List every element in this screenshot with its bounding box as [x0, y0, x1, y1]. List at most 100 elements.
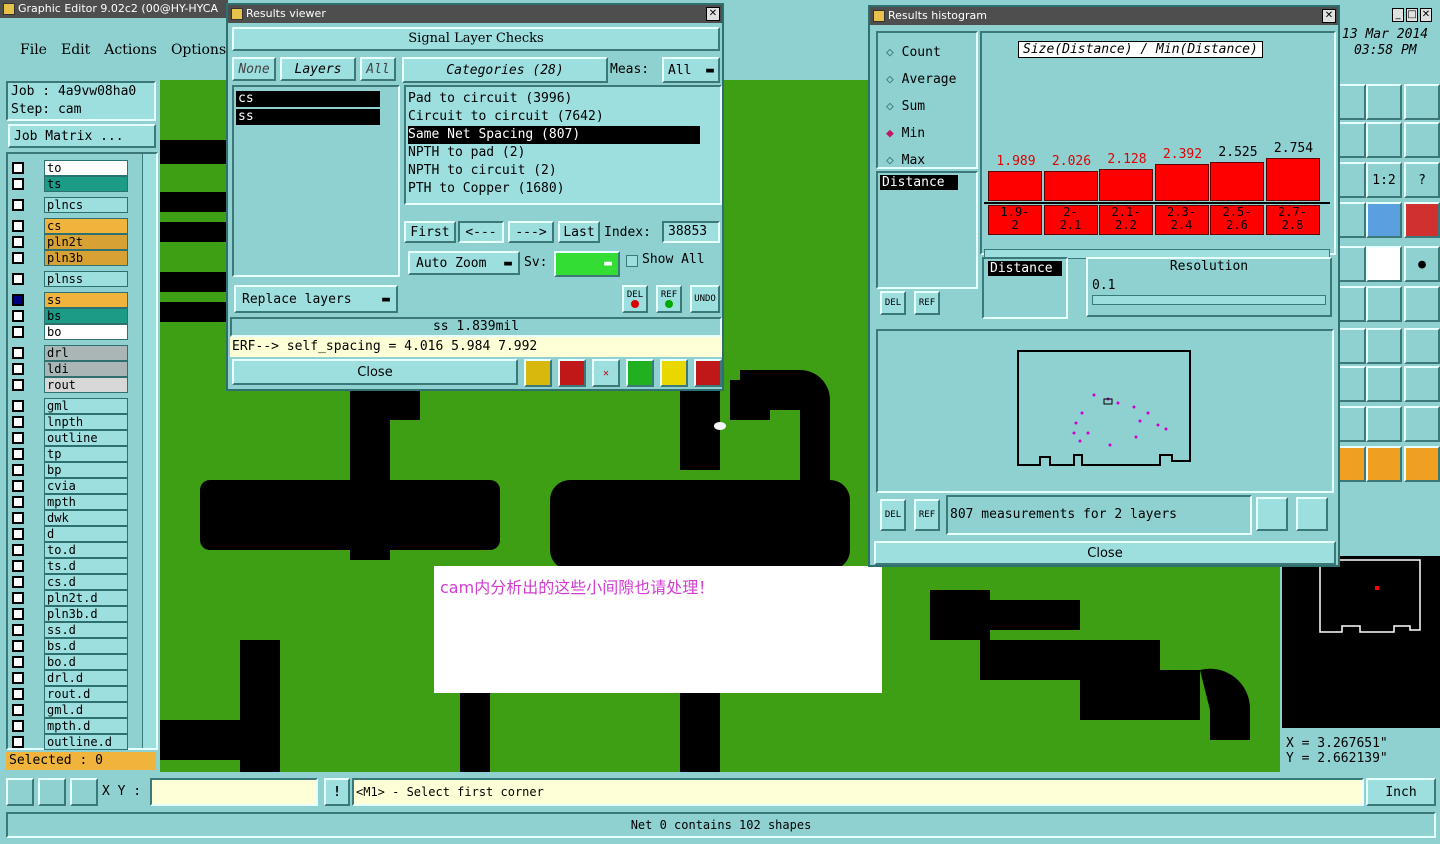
histogram-bar[interactable]: [1154, 164, 1209, 201]
zoom-to-icon[interactable]: [1296, 497, 1328, 531]
net-red-icon[interactable]: [1404, 202, 1440, 238]
layer-row[interactable]: gml.d: [10, 702, 128, 718]
next-button[interactable]: --->: [508, 221, 554, 243]
layer-checkbox[interactable]: [12, 544, 24, 556]
layer-checkbox[interactable]: [12, 560, 24, 572]
layer-row[interactable]: drl.d: [10, 670, 128, 686]
triangle-blue-icon[interactable]: [1404, 406, 1440, 442]
category-item[interactable]: Pad to circuit (3996): [408, 90, 720, 108]
undo-icon[interactable]: [1366, 122, 1402, 158]
resolution-slider[interactable]: [1092, 295, 1326, 305]
layer-name[interactable]: plncs: [44, 197, 128, 213]
layer-results-list[interactable]: cs ss: [232, 85, 400, 277]
layer-name[interactable]: ss.d: [44, 622, 128, 638]
layer-checkbox[interactable]: [12, 608, 24, 620]
layer-checkbox[interactable]: [12, 624, 24, 636]
layer-checkbox[interactable]: [12, 162, 24, 174]
layer-row[interactable]: d: [10, 526, 128, 542]
layer-checkbox[interactable]: [12, 480, 24, 492]
map-del-button[interactable]: DEL: [880, 499, 906, 531]
results-close-button[interactable]: Close: [232, 359, 518, 385]
layer-checkbox[interactable]: [12, 220, 24, 232]
layer-checkbox[interactable]: [12, 432, 24, 444]
histogram-close-button[interactable]: Close: [874, 541, 1336, 565]
layer-checkbox[interactable]: [12, 512, 24, 524]
menu-edit[interactable]: Edit: [61, 42, 90, 58]
layer-checkbox[interactable]: [12, 347, 24, 359]
overview-map[interactable]: [1282, 556, 1440, 728]
ruler-icon[interactable]: [1366, 246, 1402, 282]
layer-row[interactable]: tp: [10, 446, 128, 462]
erf-tool-icon[interactable]: [558, 359, 586, 387]
category-item[interactable]: NPTH to pad (2): [408, 144, 720, 162]
layer-row[interactable]: gml: [10, 398, 128, 414]
map-ref-button[interactable]: REF: [914, 499, 940, 531]
layer-checkbox[interactable]: [12, 656, 24, 668]
layer-checkbox[interactable]: [12, 273, 24, 285]
layers-button[interactable]: Layers: [280, 57, 356, 81]
alert-icon[interactable]: !: [324, 778, 350, 806]
layer-checkbox[interactable]: [12, 720, 24, 732]
layer-row[interactable]: to.d: [10, 542, 128, 558]
layer-checkbox[interactable]: [12, 528, 24, 540]
layer-row[interactable]: ts.d: [10, 558, 128, 574]
layer-row[interactable]: pln2t: [10, 234, 128, 250]
layer-name[interactable]: mpth.d: [44, 718, 128, 734]
unit-select[interactable]: Inch: [1366, 778, 1436, 806]
layer-scrollbar[interactable]: [142, 154, 156, 748]
layer-row[interactable]: ldi: [10, 361, 128, 377]
layer-checkbox[interactable]: [12, 592, 24, 604]
help-icon[interactable]: ?: [1404, 162, 1440, 198]
rotate-icon[interactable]: [1366, 328, 1402, 364]
layer-name[interactable]: pln3b.d: [44, 606, 128, 622]
minimize-icon[interactable]: _: [1392, 8, 1404, 22]
layer-name[interactable]: dwk: [44, 510, 128, 526]
category-item[interactable]: PTH to Copper (1680): [408, 180, 720, 198]
layer-row[interactable]: outline: [10, 430, 128, 446]
layer-row[interactable]: outline.d: [10, 734, 128, 750]
meas-select[interactable]: All ▬: [662, 57, 720, 83]
layer-name[interactable]: mpth: [44, 494, 128, 510]
split-icon[interactable]: [1404, 328, 1440, 364]
scale-icon[interactable]: 1:2: [1366, 162, 1402, 198]
histogram-bar[interactable]: [988, 171, 1042, 201]
layer-row[interactable]: cvia: [10, 478, 128, 494]
line-icon[interactable]: [1338, 366, 1366, 402]
layer-row[interactable]: pln2t.d: [10, 590, 128, 606]
layer-checkbox[interactable]: [12, 736, 24, 748]
layer-checkbox[interactable]: [12, 236, 24, 248]
layer-name[interactable]: cvia: [44, 478, 128, 494]
arc-icon[interactable]: [1338, 328, 1366, 364]
layer-checkbox[interactable]: [12, 496, 24, 508]
pointer-icon[interactable]: [1338, 446, 1366, 482]
cut-icon[interactable]: [1338, 286, 1366, 322]
layer-row[interactable]: plnss: [10, 271, 128, 287]
layer-checkbox[interactable]: [12, 326, 24, 338]
option-average[interactable]: ◇ Average: [886, 66, 976, 93]
layer-name[interactable]: cs: [44, 218, 128, 234]
layer-row[interactable]: rout: [10, 377, 128, 393]
layer-name[interactable]: ts.d: [44, 558, 128, 574]
layer-name[interactable]: gml.d: [44, 702, 128, 718]
pad-icon[interactable]: ●: [1404, 246, 1440, 282]
menu-options[interactable]: Options: [171, 42, 226, 58]
layer-row[interactable]: bp: [10, 462, 128, 478]
measure-icon[interactable]: [1338, 162, 1366, 198]
layer-name[interactable]: drl: [44, 345, 128, 361]
layer-name[interactable]: gml: [44, 398, 128, 414]
first-button[interactable]: First: [404, 221, 456, 243]
layer-name[interactable]: bs: [44, 308, 128, 324]
layer-row[interactable]: cs.d: [10, 574, 128, 590]
layer-name[interactable]: to.d: [44, 542, 128, 558]
layer-name[interactable]: bs.d: [44, 638, 128, 654]
layer-name[interactable]: outline.d: [44, 734, 128, 750]
layer-checkbox[interactable]: [12, 178, 24, 190]
layer-checkbox[interactable]: [12, 576, 24, 588]
layer-name[interactable]: ldi: [44, 361, 128, 377]
hist-del-button[interactable]: DEL: [880, 291, 906, 315]
layer-name[interactable]: cs.d: [44, 574, 128, 590]
grid-icon[interactable]: [70, 778, 98, 806]
tool-icon[interactable]: [1338, 122, 1366, 158]
histogram-bar[interactable]: [1043, 170, 1098, 201]
connect-blue-icon[interactable]: [1404, 286, 1440, 322]
